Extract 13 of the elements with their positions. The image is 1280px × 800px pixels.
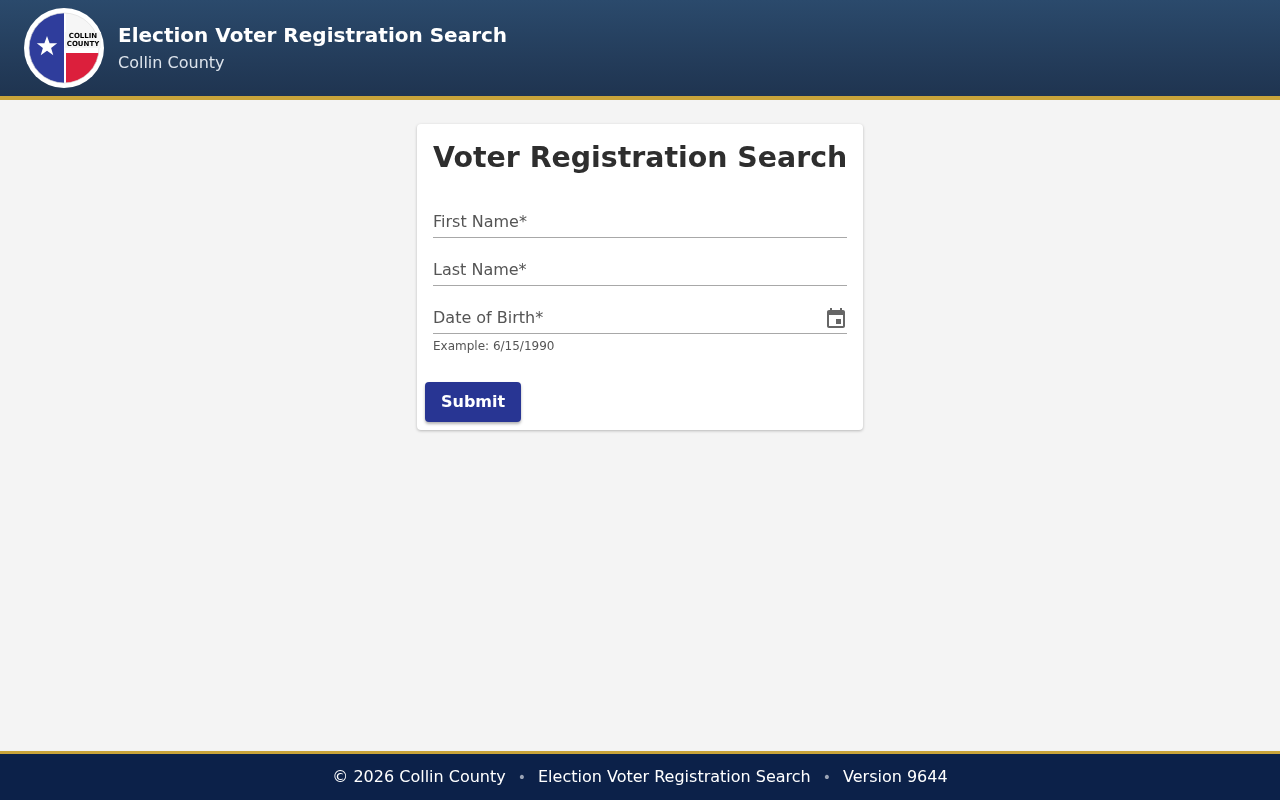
footer-text: Version 9644	[843, 766, 948, 788]
calendar-icon[interactable]	[827, 308, 845, 328]
separator-dot: •	[822, 768, 831, 787]
submit-button[interactable]: Submit	[425, 382, 522, 422]
app-title: Election Voter Registration Search	[118, 23, 508, 47]
card-heading: Voter Registration Search	[433, 140, 848, 176]
app-subtitle: Collin County	[118, 53, 226, 73]
text-field[interactable]: Last Name*	[433, 254, 847, 286]
separator-dot: •	[517, 768, 526, 787]
text-field[interactable]: First Name*	[433, 206, 847, 238]
footer-text: © 2026 Collin County	[332, 766, 506, 788]
field-hint: Example: 6/15/1990	[433, 338, 555, 354]
footer-text: Election Voter Registration Search	[538, 766, 811, 788]
